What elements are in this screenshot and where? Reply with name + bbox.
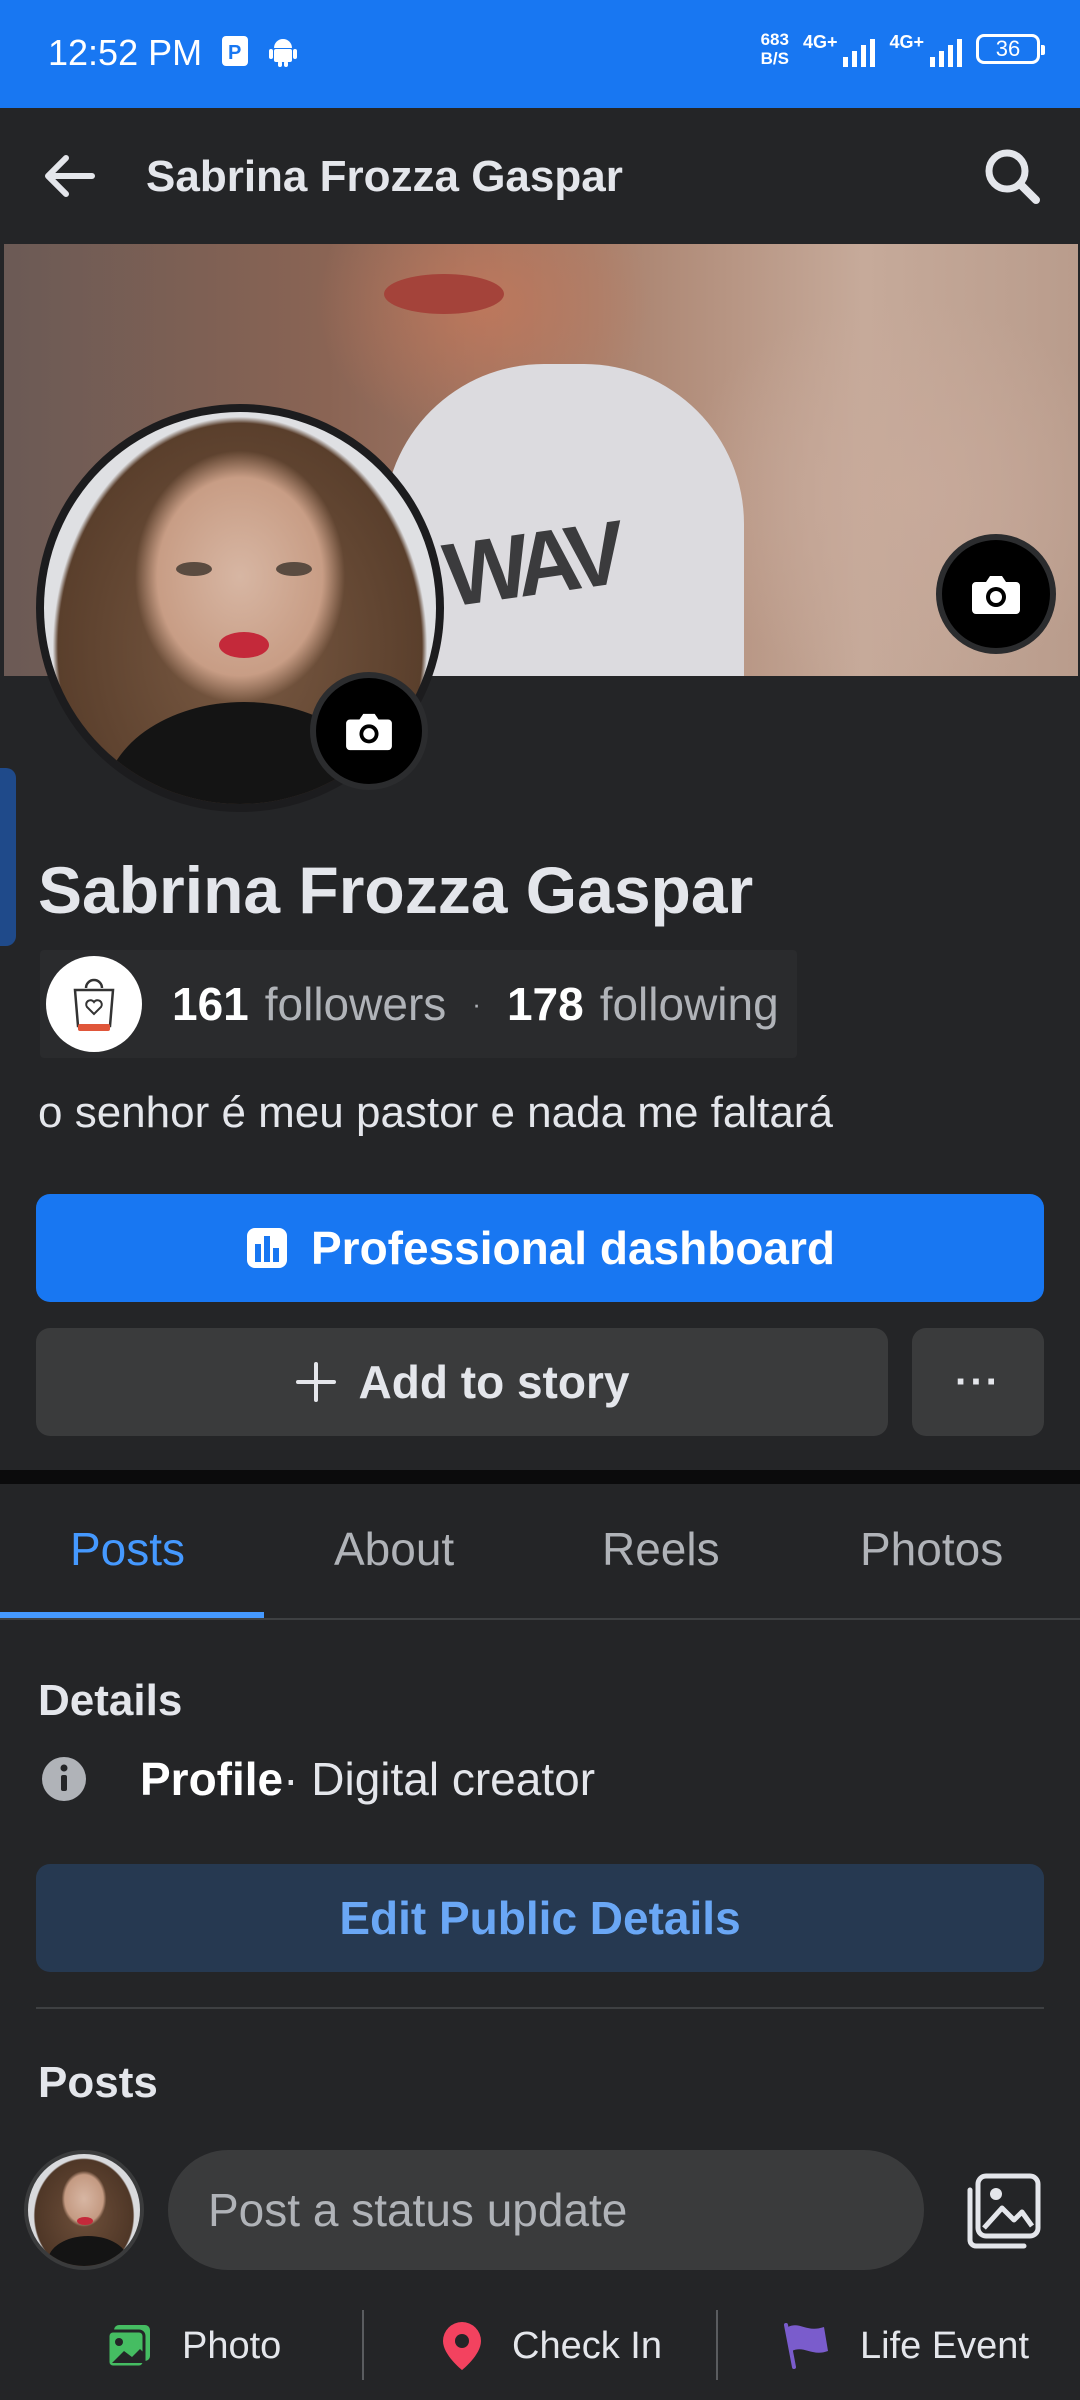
- following-count: 178: [506, 978, 584, 1030]
- avatar-detail: [48, 2236, 128, 2266]
- profile-name: Sabrina Frozza Gaspar: [38, 853, 754, 927]
- followers-count: 161: [172, 978, 249, 1030]
- notification-icons: P: [220, 34, 298, 68]
- gallery-photo-icon[interactable]: [960, 2170, 1044, 2254]
- avatar-detail: [276, 562, 312, 576]
- stats-separator: ·: [472, 988, 481, 1019]
- detail-profile-row: Profile · Digital creator: [40, 1752, 595, 1806]
- detail-profile-category: · Digital creator: [283, 1753, 596, 1805]
- shopping-bag-icon: [73, 978, 115, 1031]
- page-title: Sabrina Frozza Gaspar: [146, 152, 623, 201]
- status-bar: 12:52 PM P 683 B/S 4G+ 4G+ 36: [0, 0, 1080, 108]
- action-separator: [362, 2310, 364, 2380]
- professional-dashboard-button[interactable]: Professional dashboard: [36, 1194, 1044, 1302]
- status-placeholder: Post a status update: [208, 2184, 628, 2236]
- cover-detail: [384, 274, 504, 314]
- signal-2: 4G+: [889, 32, 962, 67]
- tab-reels[interactable]: Reels: [602, 1522, 720, 1576]
- signal-1-label: 4G+: [802, 31, 838, 52]
- location-pin-icon: [443, 2322, 481, 2370]
- side-edge-tab[interactable]: [0, 768, 16, 946]
- signal-1: 4G+: [803, 32, 876, 67]
- signal-2-label: 4G+: [889, 31, 924, 52]
- net-speed: 683 B/S: [761, 30, 789, 68]
- add-to-story-button[interactable]: Add to story: [36, 1328, 888, 1436]
- details-heading: Details: [38, 1676, 183, 1725]
- svg-text:P: P: [228, 42, 241, 64]
- life-event-label: Life Event: [860, 2324, 1029, 2367]
- parking-app-icon: P: [222, 36, 248, 66]
- followers-label[interactable]: followers: [265, 977, 447, 1031]
- check-in-label: Check In: [512, 2324, 662, 2367]
- camera-icon: [346, 713, 392, 751]
- tab-about[interactable]: About: [334, 1522, 454, 1576]
- edit-cover-camera-button[interactable]: [936, 534, 1056, 654]
- photo-label: Photo: [182, 2324, 282, 2367]
- shop-badge[interactable]: [46, 956, 142, 1052]
- tab-posts[interactable]: Posts: [70, 1522, 185, 1576]
- android-icon: [269, 39, 297, 67]
- camera-icon: [972, 576, 1020, 614]
- check-in-action[interactable]: Check In: [440, 2310, 662, 2382]
- more-options-button[interactable]: ···: [912, 1328, 1044, 1436]
- profile-tabs: Posts About Reels Photos: [0, 1484, 1080, 1620]
- add-to-story-label: Add to story: [358, 1356, 630, 1408]
- following-label[interactable]: following: [600, 977, 779, 1031]
- search-icon[interactable]: [980, 144, 1044, 208]
- avatar-detail: [77, 2217, 93, 2225]
- battery-icon: 36: [976, 34, 1045, 64]
- active-tab-indicator: [0, 1612, 264, 1618]
- more-dots-icon: ···: [955, 1359, 1001, 1404]
- top-app-bar: Sabrina Frozza Gaspar: [0, 108, 1080, 243]
- edit-avatar-camera-button[interactable]: [310, 672, 428, 790]
- life-event-action[interactable]: Life Event: [780, 2310, 1029, 2382]
- profile-bio: o senhor é meu pastor e nada me faltará: [38, 1088, 833, 1137]
- battery-level: 36: [995, 36, 1021, 61]
- edit-public-details-label: Edit Public Details: [339, 1892, 741, 1944]
- professional-dashboard-label: Professional dashboard: [310, 1222, 835, 1274]
- photo-action[interactable]: Photo: [104, 2310, 281, 2382]
- status-right-icons: 683 B/S 4G+ 4G+ 36: [761, 30, 1045, 68]
- dashboard-icon: [246, 1228, 287, 1268]
- section-divider: [0, 1470, 1080, 1484]
- avatar-detail: [219, 632, 269, 658]
- posts-heading: Posts: [38, 2058, 158, 2107]
- composer-actions: Photo Check In Life Event: [0, 2310, 1080, 2400]
- tab-photos[interactable]: Photos: [860, 1522, 1003, 1576]
- flag-icon: [784, 2323, 828, 2369]
- net-speed-unit: B/S: [760, 49, 789, 68]
- action-separator: [716, 2310, 718, 2380]
- photo-icon: [106, 2325, 150, 2369]
- edit-public-details-button[interactable]: Edit Public Details: [36, 1864, 1044, 1972]
- arrow-left-icon[interactable]: [38, 144, 102, 208]
- composer-avatar[interactable]: [24, 2150, 144, 2270]
- info-icon: [42, 1757, 86, 1801]
- avatar-detail: [176, 562, 212, 576]
- net-speed-value: 683: [760, 30, 789, 49]
- divider: [36, 2007, 1044, 2009]
- plus-icon: [295, 1362, 336, 1402]
- status-time: 12:52 PM: [48, 32, 203, 73]
- follow-stats[interactable]: 161 followers · 178 following: [40, 950, 797, 1058]
- status-update-input[interactable]: Post a status update: [168, 2150, 924, 2270]
- detail-profile-label: Profile: [140, 1753, 284, 1805]
